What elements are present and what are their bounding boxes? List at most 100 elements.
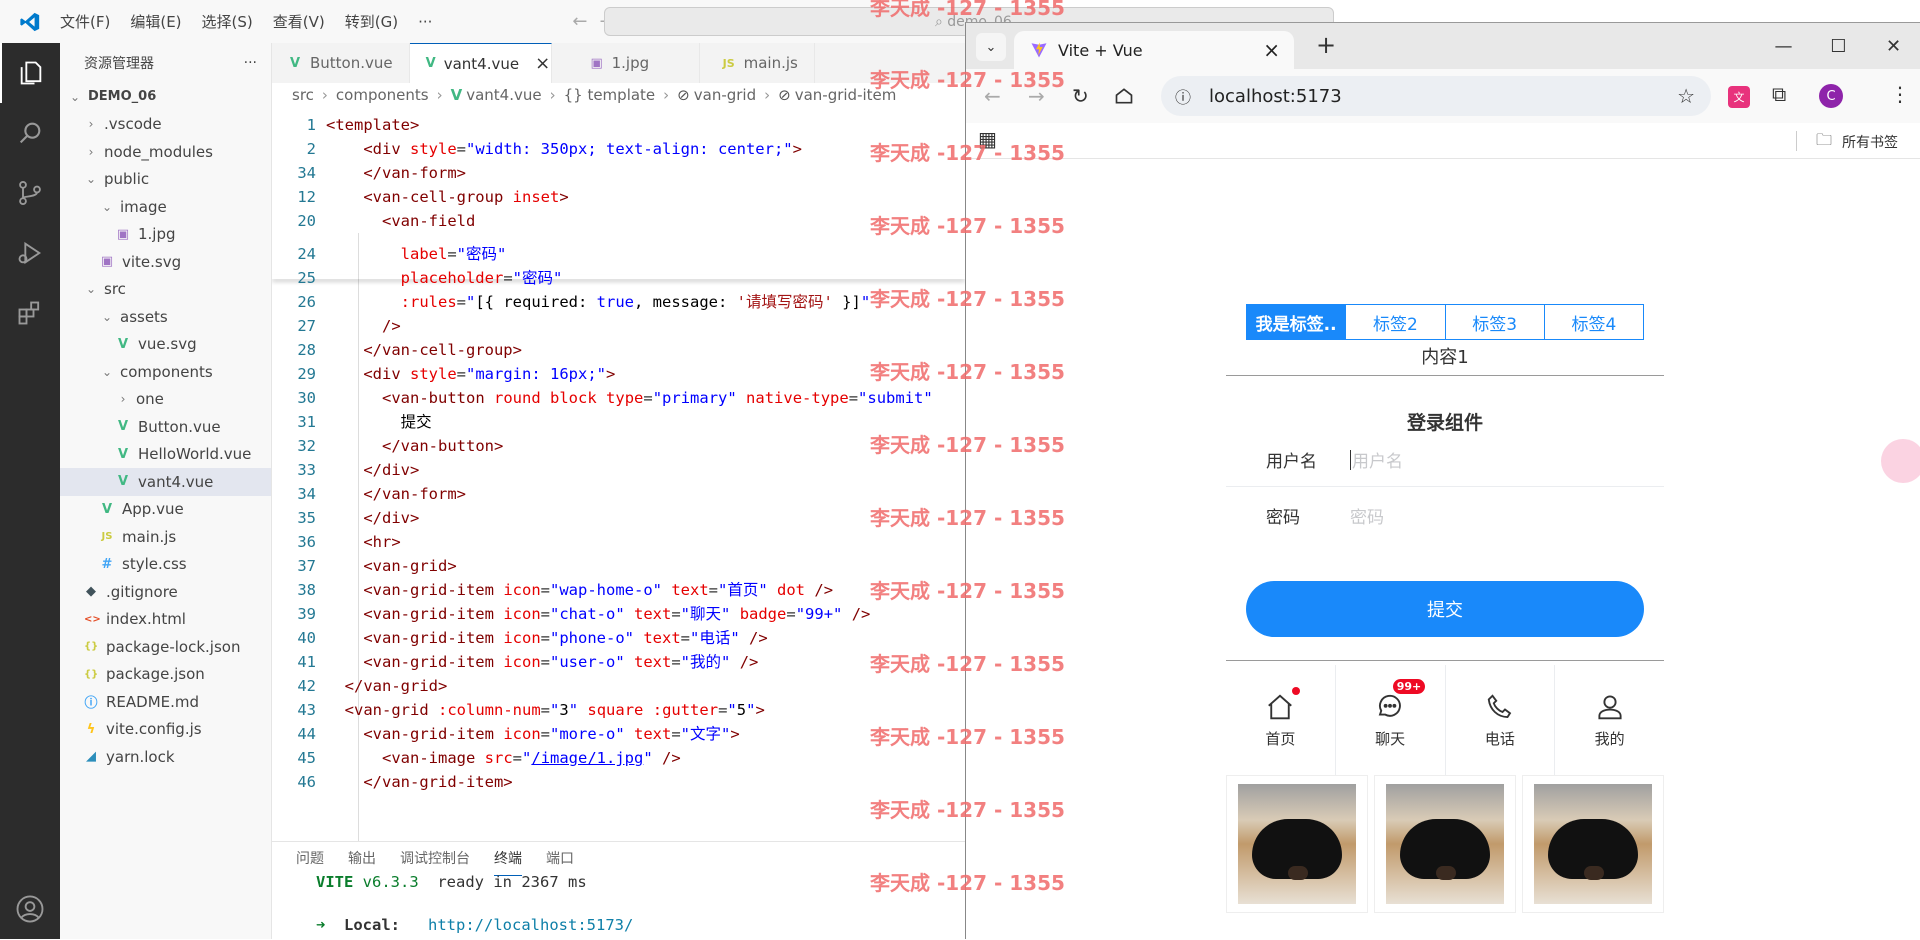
url-bar[interactable]: ⓘ localhost:5173 ☆: [1161, 76, 1711, 116]
home-icon[interactable]: [1114, 86, 1134, 106]
file-tree-item[interactable]: Vvant4.vue: [60, 468, 271, 496]
code-editor[interactable]: 1 <template> 2 <div style="width: 350px; …: [272, 113, 965, 841]
panel-tab-ports[interactable]: 端口: [546, 842, 574, 876]
browser-tab-vite-vue[interactable]: Vite + Vue ×: [1014, 31, 1294, 69]
password-input[interactable]: 密码: [1350, 503, 1384, 528]
file-tree-item[interactable]: ⌄ DEMO_06: [60, 83, 271, 111]
breadcrumb-item[interactable]: van-grid: [694, 86, 756, 104]
file-tree-item[interactable]: V HelloWorld.vue: [60, 441, 271, 469]
vant-tab-1[interactable]: 我是标签..: [1247, 305, 1347, 339]
panel-tab-terminal[interactable]: 终端: [494, 842, 522, 876]
grid-item-phone[interactable]: 电话: [1446, 665, 1556, 775]
image-cell[interactable]: [1374, 775, 1516, 913]
panel-tab-debug-console[interactable]: 调试控制台: [400, 842, 470, 876]
back-icon[interactable]: ←: [984, 84, 1001, 108]
submit-button[interactable]: 提交: [1246, 581, 1644, 637]
minimize-icon[interactable]: —: [1756, 23, 1811, 69]
close-window-icon[interactable]: ✕: [1866, 23, 1920, 69]
file-tree-item[interactable]: ◢ yarn.lock: [60, 743, 271, 771]
breadcrumb-item[interactable]: van-grid-item: [795, 86, 897, 104]
file-tree-item[interactable]: ⓘ README.md: [60, 688, 271, 716]
local-url-link[interactable]: http://localhost:5173/: [428, 916, 633, 934]
account-icon[interactable]: [0, 879, 60, 939]
file-tree-item[interactable]: ⌄ public: [60, 166, 271, 194]
file-tree-item[interactable]: ⌄ src: [60, 276, 271, 304]
breadcrumb-item[interactable]: src: [292, 86, 314, 104]
close-tab-icon[interactable]: ×: [1263, 38, 1280, 62]
file-tree-item[interactable]: {} package.json: [60, 661, 271, 689]
tab-1-jpg[interactable]: ▣ 1.jpg: [552, 43, 700, 83]
tab-vant4-vue[interactable]: Vvant4.vue ×: [409, 43, 552, 83]
extensions-puzzle-icon[interactable]: ⧉: [1772, 82, 1786, 106]
vant-tab-3[interactable]: 标签3: [1446, 305, 1545, 339]
grid-item-user[interactable]: 我的: [1555, 665, 1664, 775]
menu-edit[interactable]: 编辑(E): [130, 11, 181, 32]
file-tree-item[interactable]: {} package-lock.json: [60, 633, 271, 661]
file-tree-item[interactable]: ◆ .gitignore: [60, 578, 271, 606]
grid-item-chat[interactable]: 99+ 聊天: [1336, 665, 1446, 775]
tab-search-icon[interactable]: ⌄: [976, 33, 1006, 61]
run-debug-icon[interactable]: [0, 223, 60, 283]
file-tree-item[interactable]: › one: [60, 386, 271, 414]
breadcrumb-item[interactable]: components: [336, 86, 429, 104]
file-tree-item[interactable]: ▣ vite.svg: [60, 248, 271, 276]
tab-button-vue[interactable]: V Button.vue: [272, 43, 410, 83]
menu-more[interactable]: ···: [418, 13, 432, 31]
extensions-icon[interactable]: [0, 283, 60, 343]
bookmark-star-icon[interactable]: ☆: [1677, 84, 1695, 108]
menu-file[interactable]: 文件(F): [60, 11, 110, 32]
file-tree-item[interactable]: V Button.vue: [60, 413, 271, 441]
explorer-more-button[interactable]: ···: [244, 55, 257, 71]
file-tree-item[interactable]: V App.vue: [60, 496, 271, 524]
vite-label: VITE: [316, 873, 354, 891]
vant-tab-2[interactable]: 标签2: [1346, 305, 1446, 339]
breadcrumb-item[interactable]: {} template: [564, 86, 656, 104]
translate-extension-icon[interactable]: 文: [1728, 86, 1750, 108]
van-grid: 首页 99+ 聊天 电话 我的: [1226, 665, 1664, 775]
menu-selection[interactable]: 选择(S): [202, 11, 253, 32]
close-icon[interactable]: ×: [535, 53, 550, 74]
file-tree-item[interactable]: › .vscode: [60, 111, 271, 139]
file-tree-item[interactable]: ⌄ components: [60, 358, 271, 386]
code-line: 1 <template>: [272, 113, 965, 137]
browser-menu-icon[interactable]: ⋮: [1890, 82, 1910, 106]
file-tree-item[interactable]: <> index.html: [60, 606, 271, 634]
menu-goto[interactable]: 转到(G): [345, 11, 398, 32]
search-activity-icon[interactable]: [0, 103, 60, 163]
code-line: 2 <div style="width: 350px; text-align: …: [272, 137, 965, 161]
site-info-icon[interactable]: ⓘ: [1175, 84, 1191, 108]
file-tree-item[interactable]: ϟ vite.config.js: [60, 716, 271, 744]
apps-grid-icon[interactable]: ▦: [978, 127, 997, 151]
vant-tab-4[interactable]: 标签4: [1545, 305, 1643, 339]
tab-main-js[interactable]: JS main.js: [700, 43, 815, 83]
file-tree-label: style.css: [122, 555, 187, 574]
forward-icon[interactable]: →: [1028, 84, 1045, 108]
file-tree-item[interactable]: ⌄ assets: [60, 303, 271, 331]
all-bookmarks-label[interactable]: 所有书签: [1842, 132, 1898, 152]
explorer-icon[interactable]: [0, 43, 60, 103]
file-tree-label: vite.config.js: [106, 720, 202, 739]
menu-view[interactable]: 查看(V): [273, 11, 325, 32]
floating-translate-widget[interactable]: [1881, 439, 1920, 483]
new-tab-button[interactable]: +: [1316, 31, 1336, 59]
dog-image: [1534, 784, 1652, 904]
source-control-icon[interactable]: [0, 163, 60, 223]
file-tree-item[interactable]: Vvue.svg: [60, 331, 271, 359]
reload-icon[interactable]: ↻: [1072, 84, 1089, 108]
username-field[interactable]: 用户名 用户名: [1226, 433, 1664, 487]
grid-item-home[interactable]: 首页: [1226, 665, 1336, 775]
password-field[interactable]: 密码 密码: [1226, 488, 1664, 542]
image-cell[interactable]: [1226, 775, 1368, 913]
file-tree-item[interactable]: ⌄ image: [60, 193, 271, 221]
file-tree-item[interactable]: ▣ 1.jpg: [60, 221, 271, 249]
panel-tab-output[interactable]: 输出: [348, 842, 376, 876]
profile-avatar[interactable]: C: [1819, 84, 1843, 108]
file-tree-item[interactable]: # style.css: [60, 551, 271, 579]
maximize-icon[interactable]: ☐: [1811, 23, 1866, 69]
username-input[interactable]: 用户名: [1352, 447, 1403, 472]
file-tree-item[interactable]: JS main.js: [60, 523, 271, 551]
file-tree-item[interactable]: › node_modules: [60, 138, 271, 166]
image-cell[interactable]: [1522, 775, 1664, 913]
panel-tab-problems[interactable]: 问题: [296, 842, 324, 876]
breadcrumb-item[interactable]: vant4.vue: [466, 86, 541, 104]
